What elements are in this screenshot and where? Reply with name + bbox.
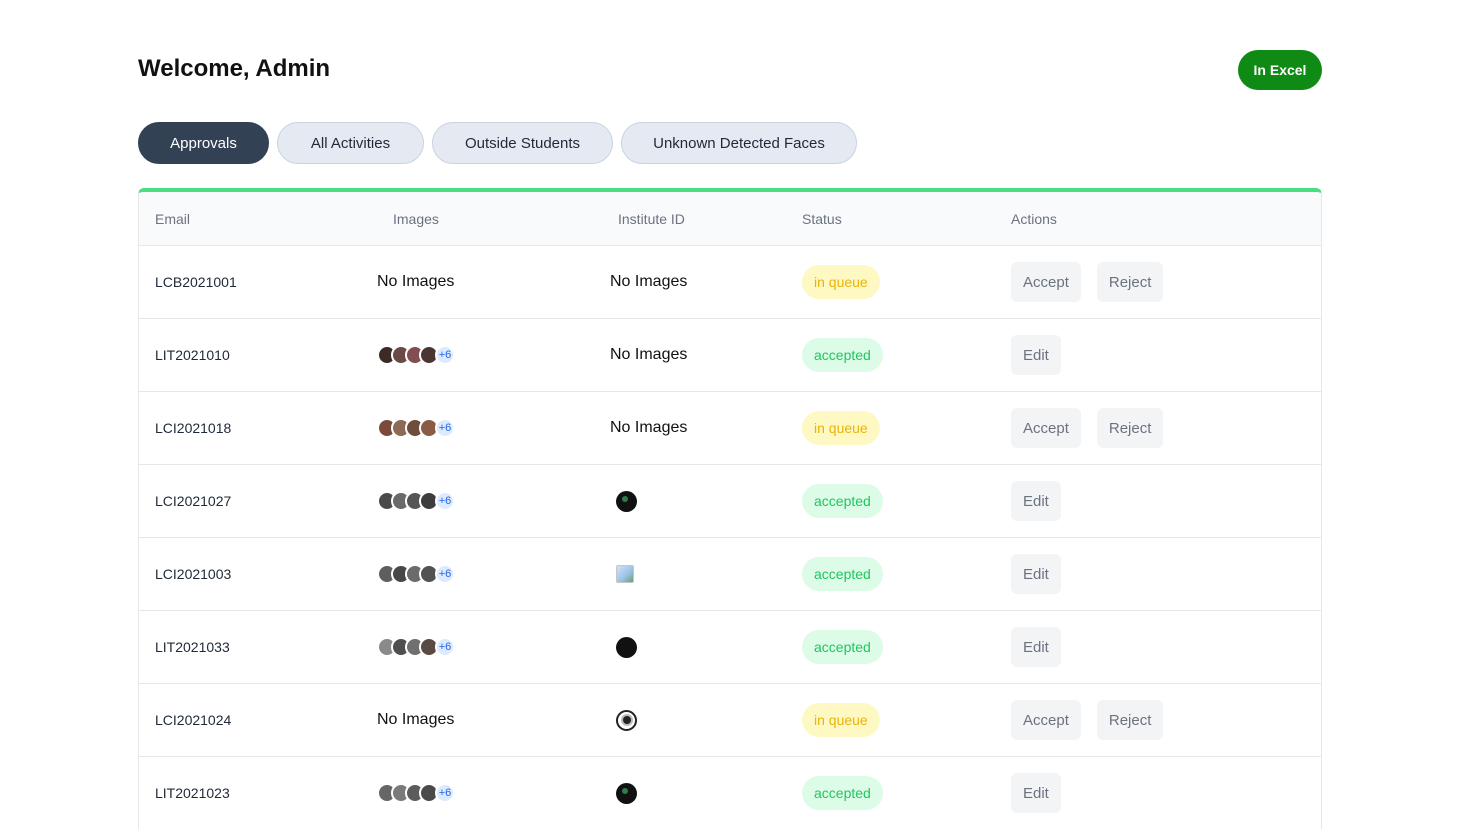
edit-button[interactable]: Edit	[1011, 554, 1061, 594]
table-header: Email Images Institute ID Status Actions	[139, 192, 1321, 246]
edit-button[interactable]: Edit	[1011, 773, 1061, 813]
images-cell: No Images	[377, 273, 455, 290]
status-badge: accepted	[802, 776, 883, 810]
status-badge: in queue	[802, 265, 880, 299]
institute-id-thumbnail[interactable]	[616, 782, 637, 804]
institute-id-thumbnail[interactable]	[616, 490, 637, 512]
table-row: LIT2021033 +6 accepted Edit	[139, 611, 1321, 684]
email-cell: LCI2021003	[155, 566, 232, 582]
column-header-email: Email	[155, 211, 191, 227]
tab-bar: Approvals All Activities Outside Student…	[138, 122, 857, 164]
broken-image-icon[interactable]	[616, 565, 634, 583]
more-images-badge[interactable]: +6	[435, 564, 455, 584]
email-cell: LIT2021023	[155, 785, 230, 801]
institute-id-cell: No Images	[610, 346, 688, 363]
table-row: LCI2021018 +6 No Images in queue Accept …	[139, 392, 1321, 465]
accept-button[interactable]: Accept	[1011, 408, 1081, 448]
export-excel-button[interactable]: In Excel	[1238, 50, 1322, 90]
tab-unknown-detected-faces[interactable]: Unknown Detected Faces	[621, 122, 857, 164]
status-badge: accepted	[802, 557, 883, 591]
table-row: LCI2021027 +6 accepted Edit	[139, 465, 1321, 538]
image-thumbnails[interactable]: +6	[377, 783, 455, 803]
approvals-table: Email Images Institute ID Status Actions…	[138, 188, 1322, 829]
institute-id-cell: No Images	[610, 419, 688, 436]
column-header-institute-id: Institute ID	[618, 211, 685, 227]
email-cell: LIT2021010	[155, 347, 230, 363]
status-badge: in queue	[802, 703, 880, 737]
more-images-badge[interactable]: +6	[435, 783, 455, 803]
status-badge: accepted	[802, 484, 883, 518]
more-images-badge[interactable]: +6	[435, 345, 455, 365]
reject-button[interactable]: Reject	[1096, 408, 1164, 448]
image-thumbnails[interactable]: +6	[377, 345, 455, 365]
reject-button[interactable]: Reject	[1096, 262, 1164, 302]
table-row: LIT2021010 +6 No Images accepted Edit	[139, 319, 1321, 392]
more-images-badge[interactable]: +6	[435, 637, 455, 657]
more-images-badge[interactable]: +6	[435, 491, 455, 511]
more-images-badge[interactable]: +6	[435, 418, 455, 438]
email-cell: LCB2021001	[155, 274, 237, 290]
institute-id-cell: No Images	[610, 273, 688, 290]
edit-button[interactable]: Edit	[1011, 627, 1061, 667]
tab-approvals[interactable]: Approvals	[138, 122, 269, 164]
column-header-actions: Actions	[1011, 211, 1057, 227]
accept-button[interactable]: Accept	[1011, 700, 1081, 740]
edit-button[interactable]: Edit	[1011, 481, 1061, 521]
institute-id-thumbnail[interactable]	[616, 636, 637, 658]
email-cell: LIT2021033	[155, 639, 230, 655]
status-badge: accepted	[802, 630, 883, 664]
tab-all-activities[interactable]: All Activities	[277, 122, 424, 164]
image-thumbnails[interactable]: +6	[377, 637, 455, 657]
table-row: LCB2021001 No Images No Images in queue …	[139, 246, 1321, 319]
email-cell: LCI2021024	[155, 712, 232, 728]
edit-button[interactable]: Edit	[1011, 335, 1061, 375]
tab-outside-students[interactable]: Outside Students	[432, 122, 613, 164]
column-header-status: Status	[802, 211, 842, 227]
webcam-icon[interactable]	[616, 709, 637, 731]
status-badge: accepted	[802, 338, 883, 372]
status-badge: in queue	[802, 411, 880, 445]
images-cell: No Images	[377, 711, 455, 728]
table-row: LCI2021024 No Images in queue Accept Rej…	[139, 684, 1321, 757]
reject-button[interactable]: Reject	[1096, 700, 1164, 740]
accept-button[interactable]: Accept	[1011, 262, 1081, 302]
table-row: LIT2021023 +6 accepted Edit	[139, 757, 1321, 829]
image-thumbnails[interactable]: +6	[377, 564, 455, 584]
image-thumbnails[interactable]: +6	[377, 491, 455, 511]
email-cell: LCI2021027	[155, 493, 232, 509]
image-thumbnails[interactable]: +6	[377, 418, 455, 438]
email-cell: LCI2021018	[155, 420, 232, 436]
page-title: Welcome, Admin	[138, 55, 331, 82]
column-header-images: Images	[393, 211, 439, 227]
table-row: LCI2021003 +6 accepted Edit	[139, 538, 1321, 611]
